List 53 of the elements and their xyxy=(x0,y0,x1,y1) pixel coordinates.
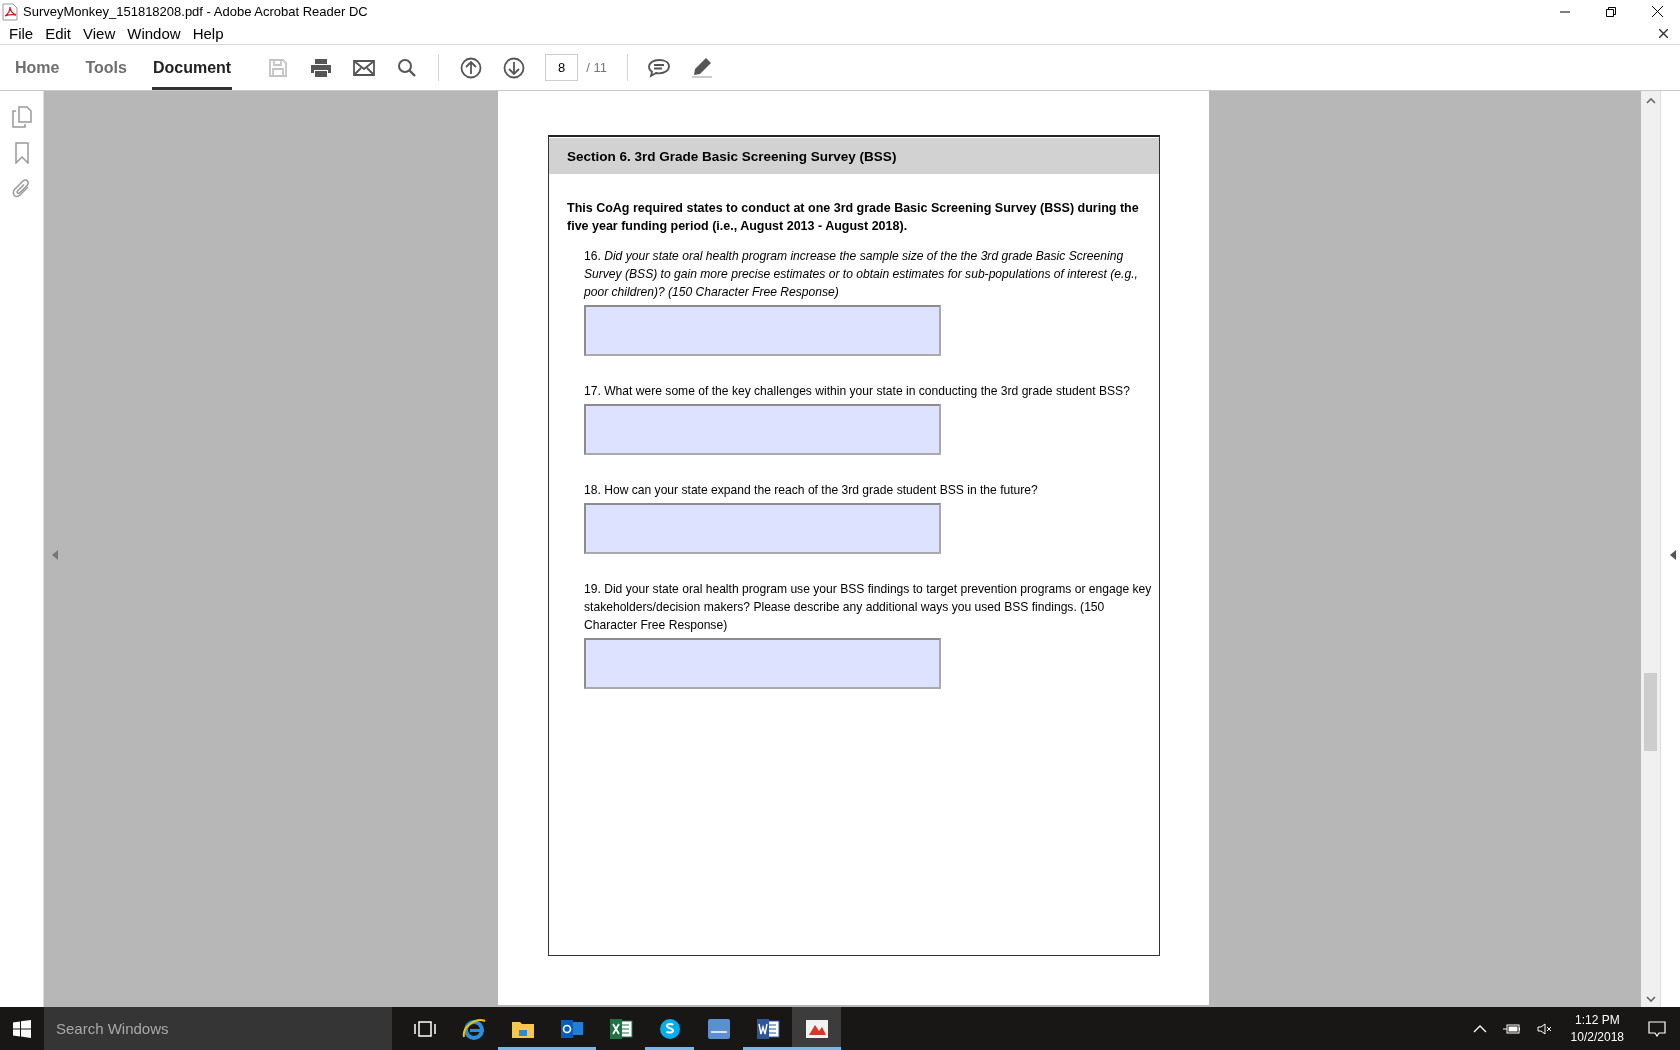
menu-item[interactable]: Window xyxy=(122,25,188,42)
scroll-up-icon[interactable] xyxy=(1645,97,1656,104)
mail-app-icon xyxy=(559,1017,584,1040)
scrollbar[interactable] xyxy=(1641,91,1660,1007)
menu-item[interactable]: File xyxy=(4,25,41,42)
answer-field[interactable] xyxy=(584,404,941,455)
print-icon xyxy=(309,57,332,78)
close-icon[interactable] xyxy=(1659,29,1668,38)
menu-item[interactable]: Help xyxy=(187,25,231,42)
section-title: Section 6. 3rd Grade Basic Screening Survey (BSS) xyxy=(567,148,897,164)
save-icon xyxy=(267,57,288,78)
restore-icon xyxy=(1606,6,1616,17)
clock-time[interactable]: 1:12 PM xyxy=(1574,1011,1620,1029)
question-text: 18. How can your state expand the reach of the 3rd grade student BSS in the future? xyxy=(584,482,1039,499)
comment-icon xyxy=(647,57,672,78)
paperclip-icon[interactable] xyxy=(11,178,32,200)
answer-field[interactable] xyxy=(584,503,941,554)
mail-icon xyxy=(352,59,375,76)
page-number-field[interactable]: 8 xyxy=(545,54,579,81)
question-text: 16. Did your state oral health program increase the sample size of the the 3rd grade Basic Screening Survey (BSS) to gain more precise estimates or to obtain estimates for sub-populations of interest (e.g., poor children)? (150 Character Free Response) xyxy=(584,248,1139,301)
question-text: 19. Did your state oral health program use your BSS findings to target prevention programs or engage key stakeholders/decision makers? Please describe any additional ways you used BSS findings. (150 Character Free Response) xyxy=(584,581,1153,634)
menu-item[interactable]: Edit xyxy=(40,25,79,42)
clock-date[interactable]: 10/2/2018 xyxy=(1570,1028,1624,1046)
chat-icon xyxy=(657,1016,682,1041)
task-view-icon xyxy=(413,1020,436,1037)
tab[interactable]: Tools xyxy=(84,45,128,90)
expand-right-icon[interactable] xyxy=(1670,550,1676,560)
close-window-icon xyxy=(1651,6,1663,17)
menu-item[interactable]: View xyxy=(78,25,123,42)
tab[interactable]: Home xyxy=(14,45,61,90)
arrow-down-icon xyxy=(502,56,525,79)
scroll-thumb[interactable] xyxy=(1644,673,1657,751)
taskbar-app-button[interactable] xyxy=(792,1007,841,1050)
search-icon xyxy=(396,57,417,78)
spreadsheet-icon xyxy=(608,1017,633,1040)
browser-icon xyxy=(461,1016,486,1041)
bookmark-icon[interactable] xyxy=(14,142,29,164)
answer-field[interactable] xyxy=(584,638,941,689)
speaker-muted-icon xyxy=(1536,1022,1553,1035)
arrow-up-icon xyxy=(459,56,482,79)
intro-paragraph: This CoAg required states to conduct at one 3rd grade Basic Screening Survey (BSS) during the five year funding period (i.e., August 2013 - August 2018). xyxy=(567,200,1140,235)
speech-bubble-icon xyxy=(1648,1020,1666,1037)
search-field[interactable]: Search Windows xyxy=(44,1007,392,1050)
question-text: 17. What were some of the key challenges within your state in conducting the 3rd grade student BSS? xyxy=(584,383,1131,400)
document-app-icon xyxy=(755,1017,780,1040)
answer-field[interactable] xyxy=(584,305,941,356)
chevron-up-icon xyxy=(1472,1024,1487,1033)
pen-icon xyxy=(690,56,715,79)
window-title: SurveyMonkey_151818208.pdf - Adobe Acrobat Reader DC xyxy=(23,4,369,19)
page-count: / 11 xyxy=(586,60,607,75)
scroll-down-icon[interactable] xyxy=(1645,996,1656,1003)
windows-logo-icon xyxy=(13,1019,31,1038)
battery-icon xyxy=(1502,1023,1521,1034)
